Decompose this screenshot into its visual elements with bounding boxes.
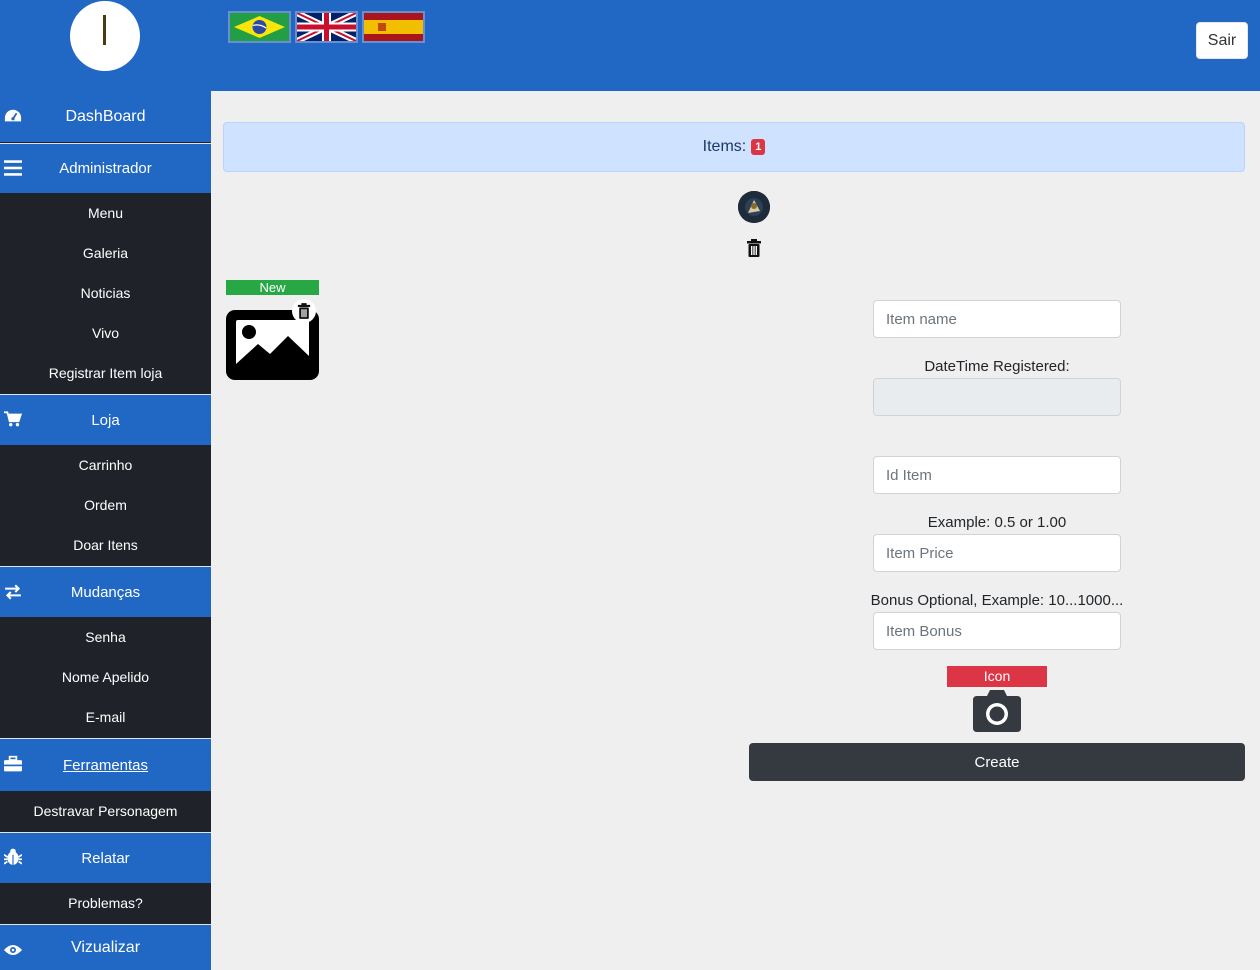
items-count-badge: 1 (751, 139, 766, 155)
sidebar-subitem-doar-itens[interactable]: Doar Itens (0, 525, 211, 565)
sidebar-subitem-nome-apelido[interactable]: Nome Apelido (0, 657, 211, 697)
datetime-label: DateTime Registered: (924, 358, 1070, 375)
sidebar-item-label: Ferramentas (62, 756, 149, 774)
sidebar-subitem-carrinho[interactable]: Carrinho (0, 445, 211, 485)
sidebar-item-ferramentas[interactable]: Ferramentas (0, 738, 211, 791)
shopping-cart-icon (4, 411, 22, 427)
flag-uk-icon[interactable] (295, 11, 358, 43)
sidebar-subitem-problemas[interactable]: Problemas? (0, 883, 211, 923)
sidebar-subitem-vivo[interactable]: Vivo (0, 313, 211, 353)
sidebar-item-dashboard[interactable]: DashBoard (0, 91, 211, 142)
items-label: Items: (702, 138, 747, 155)
items-count-alert: Items: 1 (223, 122, 1245, 172)
sidebar-item-label: Administrador (59, 160, 152, 177)
item-bonus-input[interactable] (873, 612, 1121, 650)
logout-button[interactable]: Sair (1196, 22, 1248, 59)
delete-item-trash-icon[interactable] (746, 239, 762, 257)
tachometer-icon (4, 109, 22, 122)
bars-icon (4, 160, 22, 176)
icon-label-badge: Icon (947, 666, 1047, 687)
remove-image-trash-icon[interactable] (292, 299, 316, 323)
sidebar-item-label: Loja (91, 411, 120, 429)
sidebar-item-loja[interactable]: Loja (0, 394, 211, 445)
sidebar-item-label: DashBoard (65, 107, 146, 125)
create-button[interactable]: Create (749, 743, 1245, 781)
sidebar-item-vizualizar[interactable]: Vizualizar (0, 924, 211, 970)
sidebar-subitem-destravar-personagem[interactable]: Destravar Personagem (0, 791, 211, 831)
id-item-input[interactable] (873, 456, 1121, 494)
sidebar-item-mudancas[interactable]: Mudanças (0, 566, 211, 617)
sidebar-subitem-galeria[interactable]: Galeria (0, 233, 211, 273)
item-thumbnail[interactable] (738, 191, 770, 223)
sidebar-item-administrador[interactable]: Administrador (0, 143, 211, 193)
exchange-icon (5, 584, 21, 600)
item-name-input[interactable] (873, 300, 1121, 338)
toolbox-icon (4, 755, 22, 772)
sidebar-subitem-registrar-item-loja[interactable]: Registrar Item loja (0, 353, 211, 393)
sidebar-subitem-noticias[interactable]: Noticias (0, 273, 211, 313)
sidebar-subitem-email[interactable]: E-mail (0, 697, 211, 737)
sidebar-subitem-senha[interactable]: Senha (0, 617, 211, 657)
eye-icon (4, 945, 22, 955)
sidebar-item-label: Mudanças (70, 583, 141, 601)
logo[interactable] (70, 1, 140, 71)
price-hint-label: Example: 0.5 or 1.00 (927, 514, 1067, 531)
new-badge: New (226, 280, 319, 295)
sidebar-item-label: Vizualizar (70, 938, 141, 956)
datetime-registered-field (873, 378, 1121, 416)
item-price-input[interactable] (873, 534, 1121, 572)
bug-icon (4, 848, 22, 865)
sidebar-item-relatar[interactable]: Relatar (0, 832, 211, 883)
sidebar-item-label: Relatar (81, 849, 130, 867)
bonus-hint-label: Bonus Optional, Example: 10...1000... (870, 592, 1124, 609)
flag-brazil-icon[interactable] (228, 11, 291, 43)
language-flags (228, 11, 425, 43)
top-bar: Sair (0, 0, 1260, 91)
sidebar: DashBoard Administrador Menu Galeria Not… (0, 91, 211, 970)
sidebar-subitem-ordem[interactable]: Ordem (0, 485, 211, 525)
sidebar-subitem-menu[interactable]: Menu (0, 193, 211, 233)
flag-spain-icon[interactable] (362, 11, 425, 43)
camera-upload-icon[interactable] (973, 690, 1021, 732)
